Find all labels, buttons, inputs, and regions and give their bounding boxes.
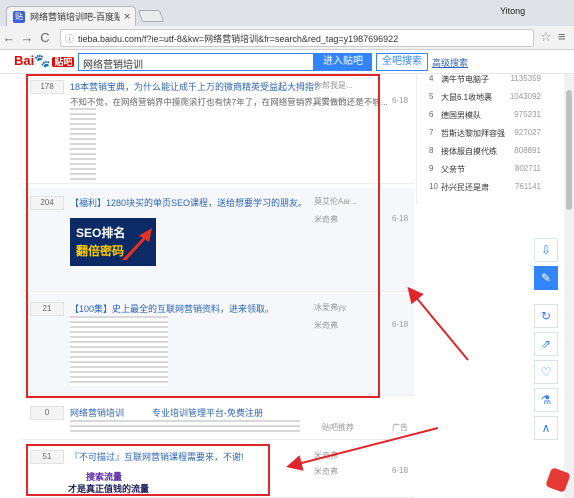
hot-count: 761141 (514, 182, 541, 191)
hot-count: 927027 (514, 128, 541, 137)
hot-title: 哲斯达黎加拜容强 (441, 129, 505, 138)
hot-rank: 10 (429, 182, 438, 191)
hot-item[interactable]: 7 哲斯达黎加拜容强 927027 (425, 128, 543, 143)
hot-count: 1043092 (509, 92, 541, 101)
hot-count: 808891 (514, 146, 541, 155)
favorite-icon[interactable]: ♡ (534, 360, 558, 384)
hot-item[interactable]: 4 满牛节电脑子 1135359 (425, 74, 543, 89)
share-icon[interactable]: ⇗ (534, 332, 558, 356)
download-icon[interactable]: ⇩ (534, 238, 558, 262)
hot-item[interactable]: 8 接体服自摸代练 808891 (425, 146, 543, 161)
hot-rank: 5 (429, 92, 434, 101)
hot-count: 802711 (514, 164, 541, 173)
hot-rank: 4 (429, 74, 434, 83)
lab-icon[interactable]: ⚗ (534, 388, 558, 412)
back-to-top-icon[interactable]: ∧ (534, 416, 558, 440)
hot-count: 975231 (514, 110, 541, 119)
hot-title: 大鼠6.1收地裹 (441, 93, 493, 102)
hot-item[interactable]: 5 大鼠6.1收地裹 1043092 (425, 92, 543, 107)
hot-topics-sidebar: 4 满牛节电脑子 1135359 5 大鼠6.1收地裹 1043092 6 德国男模队 97… (416, 74, 544, 204)
hot-rank: 7 (429, 128, 434, 137)
hot-item[interactable]: 6 德国男模队 975231 (425, 110, 543, 125)
hot-title: 孙兴民还是肃 (441, 183, 489, 192)
hot-rank: 9 (429, 164, 434, 173)
scrollbar-thumb[interactable] (566, 90, 572, 210)
hot-rank: 6 (429, 110, 434, 119)
hot-title: 德国男模队 (441, 111, 481, 120)
post-edit-icon[interactable]: ✎ (534, 266, 558, 290)
hot-rank: 8 (429, 146, 434, 155)
annotation-arrow (407, 286, 469, 361)
refresh-icon[interactable]: ↻ (534, 304, 558, 328)
hot-count: 1135359 (510, 74, 541, 83)
hot-title: 接体服自摸代练 (441, 147, 497, 156)
hot-title: 父亲节 (441, 165, 465, 174)
hot-title: 满牛节电脑子 (441, 75, 489, 84)
hot-item[interactable]: 9 父亲节 802711 (425, 164, 543, 179)
hot-item[interactable]: 10 孙兴民还是肃 761141 (425, 182, 543, 197)
annotation-arrow (286, 427, 439, 471)
